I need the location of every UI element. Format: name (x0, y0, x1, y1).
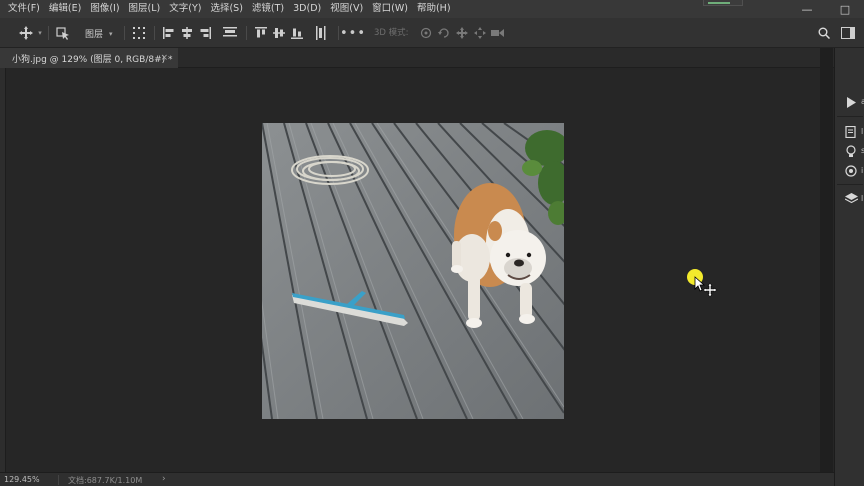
menu-select[interactable]: 选择(S) (201, 0, 242, 18)
align-center-icon[interactable] (178, 18, 196, 48)
transform-controls-icon[interactable] (130, 18, 148, 48)
maximize-button[interactable]: □ (826, 0, 864, 18)
align-left-icon[interactable] (160, 18, 178, 48)
play-icon[interactable] (843, 94, 859, 110)
bulldog-photo (262, 123, 564, 419)
align-middle-icon[interactable] (270, 18, 288, 48)
move-tool-icon[interactable] (16, 18, 36, 48)
close-tab-button[interactable]: × (160, 53, 168, 63)
3d-roll-icon (436, 18, 452, 48)
layers-icon[interactable] (843, 191, 859, 207)
search-icon[interactable] (816, 18, 832, 48)
auto-select-dropdown[interactable]: 图层 ▾ (80, 25, 120, 42)
options-bar: ▾ 图层 ▾ ••• 3D 模式: (0, 18, 864, 48)
workspace-icon[interactable] (838, 18, 858, 48)
properties-panel-label: l (861, 127, 864, 136)
menu-bar: 文件(F) 编辑(E) 图像(I) 图层(L) 文字(Y) 选择(S) 滤镜(T… (0, 0, 864, 18)
document-tab-bar: 小狗.jpg @ 129% (图层 0, RGB/8#) * × (0, 48, 834, 68)
menu-filter[interactable]: 滤镜(T) (243, 0, 284, 18)
distribute-horizontal-icon[interactable] (220, 18, 240, 48)
menu-view[interactable]: 视图(V) (321, 0, 363, 18)
menu-type[interactable]: 文字(Y) (160, 0, 201, 18)
properties-icon[interactable] (843, 124, 859, 140)
menu-layer[interactable]: 图层(L) (120, 0, 161, 18)
status-bar: 129.45% 文档:687.7K/1.10M › (0, 472, 834, 486)
libraries-panel-label: i (861, 166, 864, 175)
menu-help[interactable]: 帮助(H) (408, 0, 451, 18)
more-options-icon[interactable]: ••• (340, 18, 365, 48)
3d-slide-icon (472, 18, 488, 48)
cursor-icon (694, 276, 718, 298)
align-right-icon[interactable] (196, 18, 214, 48)
lightbulb-icon[interactable] (843, 143, 859, 159)
chevron-down-icon: ▾ (109, 29, 113, 38)
menu-window[interactable]: 窗口(W) (363, 0, 408, 18)
libraries-icon[interactable] (843, 163, 859, 179)
status-menu-arrow[interactable]: › (162, 474, 166, 484)
menu-3d[interactable]: 3D(D) (284, 0, 321, 18)
menu-edit[interactable]: 编辑(E) (40, 0, 81, 18)
distribute-vertical-icon[interactable] (312, 18, 332, 48)
document-tab[interactable]: 小狗.jpg @ 129% (图层 0, RGB/8#) * × (0, 48, 178, 68)
3d-orbit-icon (418, 18, 434, 48)
chevron-down-icon[interactable]: ▾ (36, 18, 44, 48)
minimize-button[interactable]: — (788, 0, 826, 18)
gpu-status-indicator (703, 0, 743, 6)
panel-dock-gutter (820, 48, 833, 472)
3d-scale-icon (490, 18, 506, 48)
auto-select-value: 图层 (85, 30, 104, 40)
menu-file[interactable]: 文件(F) (0, 0, 40, 18)
zoom-level-field[interactable]: 129.45% (4, 475, 40, 484)
collapsed-panel-dock: a l s i l (834, 48, 864, 486)
document-tab-title: 小狗.jpg @ 129% (图层 0, RGB/8#) * (12, 54, 173, 65)
3d-mode-label: 3D 模式: (374, 28, 409, 38)
layers-panel-label: l (861, 194, 864, 203)
menu-image[interactable]: 图像(I) (81, 0, 119, 18)
align-top-icon[interactable] (252, 18, 270, 48)
document-size-info: 文档:687.7K/1.10M (68, 476, 143, 485)
align-bottom-icon[interactable] (288, 18, 306, 48)
3d-pan-icon (454, 18, 470, 48)
document-image[interactable] (262, 123, 564, 419)
auto-select-icon[interactable] (54, 18, 72, 48)
window-controls: — □ (788, 0, 864, 18)
